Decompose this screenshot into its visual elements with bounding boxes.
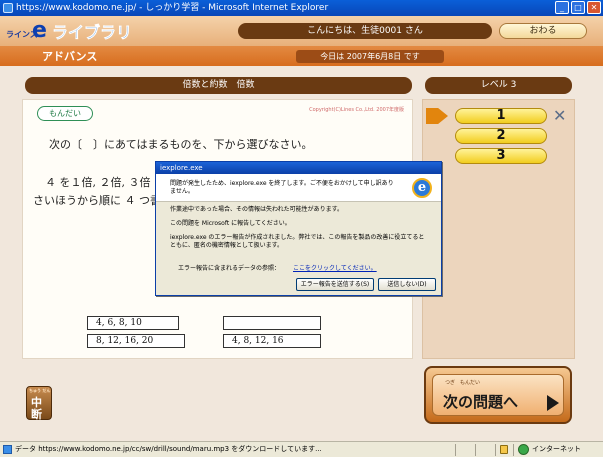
elibrary-logo: ラインズ e ライブラリ (6, 18, 146, 44)
maximize-icon: □ (574, 3, 582, 12)
dialog-header-text: 問題が発生したため、iexplore.exe を終了します。ご不便をおかけして申… (170, 180, 394, 195)
dialog-data-link[interactable]: ここをクリックしてください。 (293, 263, 377, 272)
question-line-2: ４ を１倍, ２倍, ３倍 (45, 176, 151, 189)
dialog-body-1: 作業途中であった場合、その情報は失われた可能性があります。 (170, 206, 344, 213)
answer-choice-hidden[interactable] (223, 316, 321, 330)
maximize-button[interactable]: □ (571, 1, 585, 14)
pause-ruby: ちゅう だん (29, 388, 51, 393)
send-report-button[interactable]: エラー報告を送信する(S) (296, 278, 374, 291)
answer-choice-1[interactable]: 4, 6, 8, 10 (87, 316, 179, 330)
pause-label: 中断 (31, 396, 42, 421)
close-window-button[interactable]: ✕ (587, 1, 601, 14)
internet-zone-icon (518, 444, 529, 455)
lock-icon (500, 445, 508, 454)
logo-text: ライブラリ (52, 23, 133, 42)
dialog-ref-label: エラー報告に含まれるデータの参照： (178, 265, 281, 272)
copyright-text: Copyright(C)Lines Co.,Ltd. 2007年度版 (309, 107, 404, 113)
answer-choice-2[interactable]: 8, 12, 16, 20 (87, 334, 185, 348)
level-2-button[interactable]: 2 (455, 128, 547, 144)
dialog-body-3: iexplore.exe のエラー報告が作成されました。弊社では、この報告を製品… (170, 234, 425, 249)
dialog-body-2: この問題を Microsoft に報告してください。 (170, 220, 291, 227)
pause-button[interactable]: ちゅう だん 中断 (26, 386, 52, 421)
next-question-button[interactable]: つぎ もんだい 次の問題へ (424, 366, 572, 424)
status-text: データ https://www.kodomo.ne.jp/cc/sw/drill… (15, 445, 322, 453)
app-header: ラインズ e ライブラリ こんにちは、生徒0001 さん おわる アドバンス 今… (0, 16, 603, 66)
question-line-3: さいほうから順に ４ つ書 (33, 194, 161, 207)
ie-app-icon (3, 3, 13, 13)
question-text: 次の〔 〕にあてはまるものを、下から選びなさい。 (49, 138, 313, 151)
topic-title: 倍数と約数 倍数 (25, 77, 412, 94)
minimize-icon: _ (560, 3, 564, 12)
window-title-bar: https://www.kodomo.ne.jp/ - しっかり学習 - Mic… (0, 0, 603, 16)
level-3-button[interactable]: 3 (455, 148, 547, 164)
ie-logo-icon: e (412, 178, 432, 198)
level-title: レベル 3 (425, 77, 572, 94)
dialog-title: iexplore.exe (156, 162, 441, 174)
mondai-badge: もんだい (37, 106, 93, 121)
level-1-button[interactable]: 1 (455, 108, 547, 124)
security-zone: インターネット (532, 445, 581, 453)
status-bar: データ https://www.kodomo.ne.jp/cc/sw/drill… (0, 441, 603, 457)
minimize-button[interactable]: _ (555, 1, 569, 14)
current-level-pointer-icon (426, 108, 448, 124)
answer-choice-3[interactable]: 4, 8, 12, 16 (223, 334, 321, 348)
date-banner: 今日は 2007年6月8日 です (296, 50, 444, 63)
dialog-body: 作業途中であった場合、その情報は失われた可能性があります。 この問題を Micr… (170, 206, 430, 256)
dialog-header: 問題が発生したため、iexplore.exe を終了します。ご不便をおかけして申… (156, 174, 441, 202)
page-icon (3, 445, 12, 454)
ie-window: https://www.kodomo.ne.jp/ - しっかり学習 - Mic… (0, 0, 603, 457)
close-icon: ✕ (590, 3, 598, 12)
dont-send-button[interactable]: 送信しない(D) (378, 278, 436, 291)
error-dialog: iexplore.exe 問題が発生したため、iexplore.exe を終了し… (155, 161, 442, 296)
window-title: https://www.kodomo.ne.jp/ - しっかり学習 - Mic… (16, 3, 329, 13)
logo-e: e (32, 18, 47, 43)
mode-label: アドバンス (42, 50, 98, 63)
next-label: 次の問題へ (443, 393, 519, 411)
greeting-banner: こんにちは、生徒0001 さん (238, 23, 492, 39)
close-level-icon[interactable]: ✕ (553, 108, 569, 124)
window-controls: _ □ ✕ (555, 1, 601, 14)
next-ruby: つぎ もんだい (445, 380, 481, 386)
level-panel: 1 2 3 ✕ (422, 99, 575, 359)
exit-button[interactable]: おわる (499, 23, 587, 39)
play-arrow-icon (547, 395, 559, 411)
